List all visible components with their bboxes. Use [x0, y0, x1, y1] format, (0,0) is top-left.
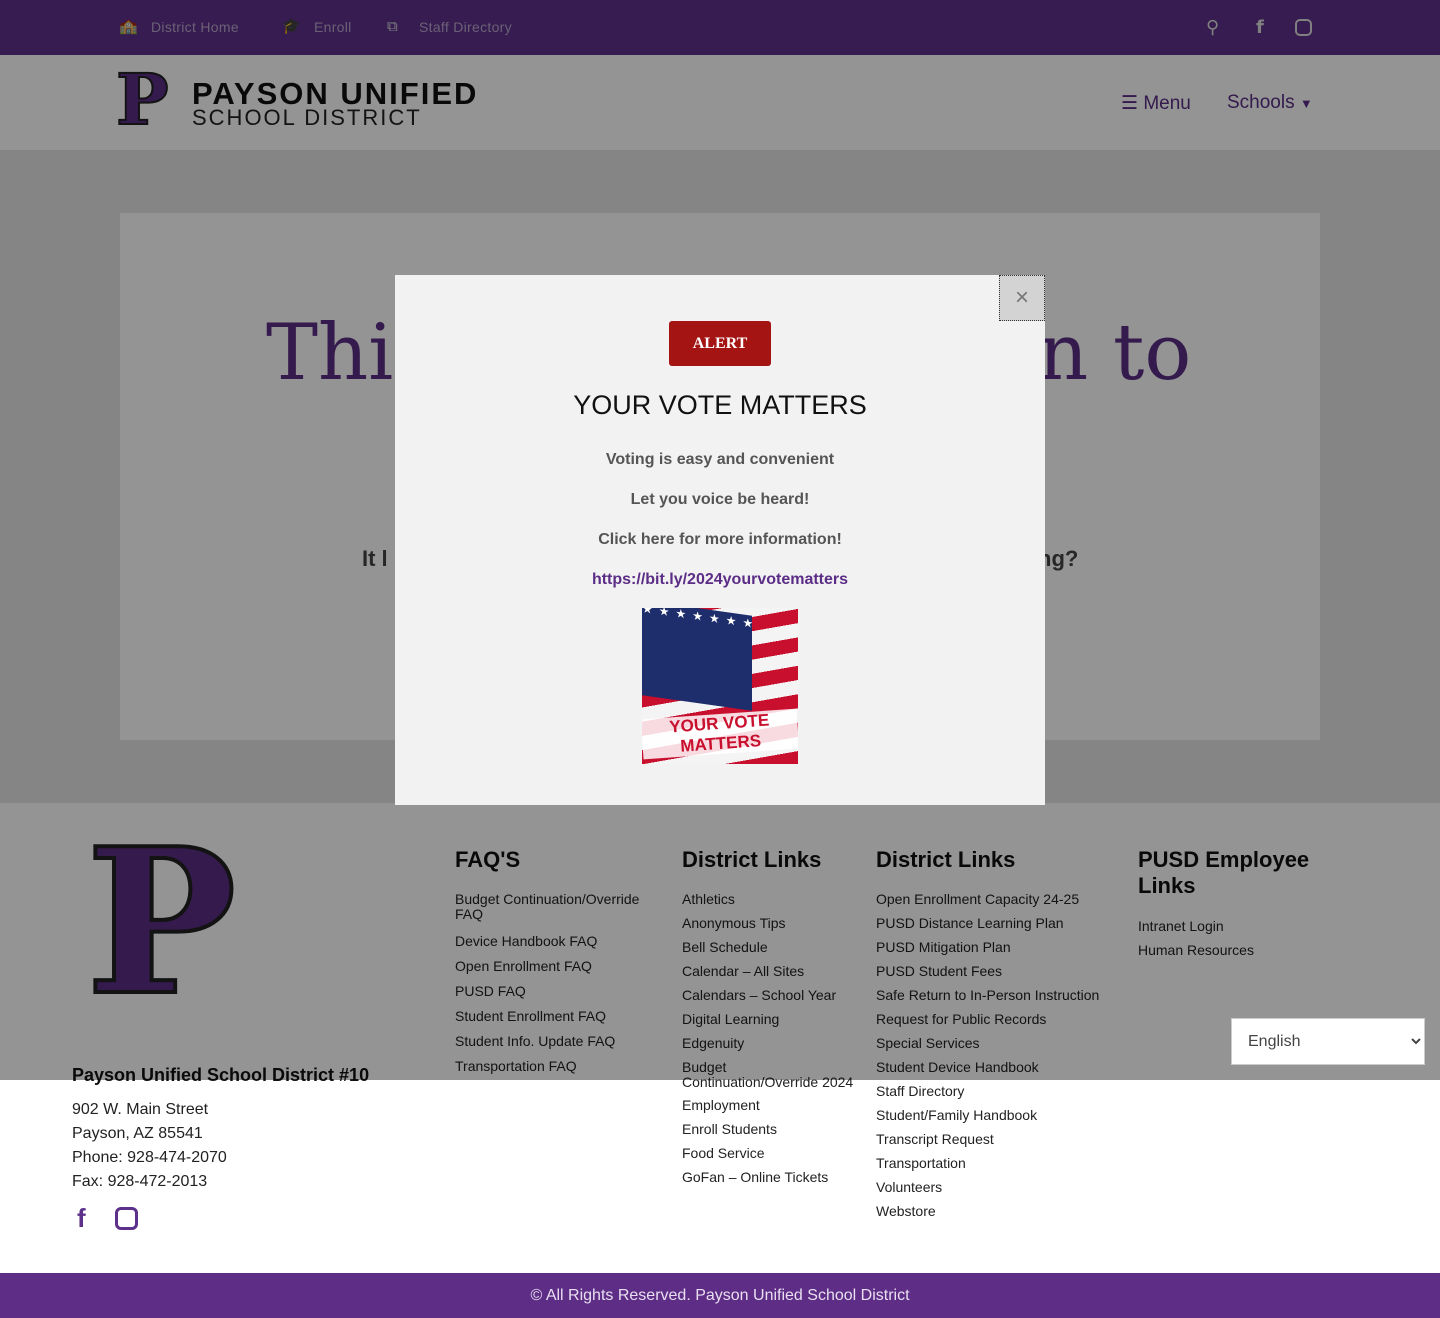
- close-button[interactable]: ×: [999, 275, 1045, 321]
- footer-link[interactable]: Volunteers: [876, 1180, 1116, 1195]
- image-caption: YOUR VOTE MATTERS: [642, 708, 798, 760]
- instagram-icon[interactable]: [115, 1207, 138, 1230]
- address-street: 902 W. Main Street: [72, 1101, 209, 1118]
- modal-line: Click here for more information!: [598, 531, 842, 548]
- vote-flag-image[interactable]: ★★★★★★★★★★★★★★★★★★★★★★★★★★★★★★★★★★ YOUR …: [642, 608, 798, 764]
- fax: Fax: 928-472-2013: [72, 1173, 208, 1190]
- close-icon: ×: [1014, 284, 1029, 311]
- address-city: Payson, AZ 85541: [72, 1125, 203, 1142]
- footer-link[interactable]: Webstore: [876, 1204, 1116, 1219]
- stars-field: ★★★★★★★★★★★★★★★★★★★★★★★★★★★★★★★★★★: [642, 608, 752, 711]
- copyright: © All Rights Reserved. Payson Unified Sc…: [0, 1273, 1440, 1318]
- footer-link[interactable]: Transportation: [876, 1156, 1116, 1171]
- footer-link[interactable]: Staff Directory: [876, 1084, 1116, 1099]
- footer-link[interactable]: Transcript Request: [876, 1132, 1116, 1147]
- facebook-icon[interactable]: f: [77, 1203, 86, 1234]
- footer-link[interactable]: Student/Family Handbook: [876, 1108, 1116, 1123]
- language-select[interactable]: English: [1231, 1018, 1425, 1065]
- footer-link[interactable]: Enroll Students: [682, 1122, 862, 1137]
- footer-link[interactable]: GoFan – Online Tickets: [682, 1170, 862, 1185]
- alert-modal: × ALERT YOUR VOTE MATTERS Voting is easy…: [395, 275, 1045, 805]
- phone: Phone: 928-474-2070: [72, 1149, 227, 1166]
- footer-link[interactable]: Food Service: [682, 1146, 862, 1161]
- info-link[interactable]: https://bit.ly/2024yourvotematters: [592, 571, 848, 588]
- modal-line: Let you voice be heard!: [630, 491, 810, 508]
- alert-badge: ALERT: [669, 321, 771, 366]
- footer-link[interactable]: Employment: [682, 1098, 862, 1113]
- modal-title: YOUR VOTE MATTERS: [573, 390, 867, 420]
- modal-line: Voting is easy and convenient: [605, 451, 835, 468]
